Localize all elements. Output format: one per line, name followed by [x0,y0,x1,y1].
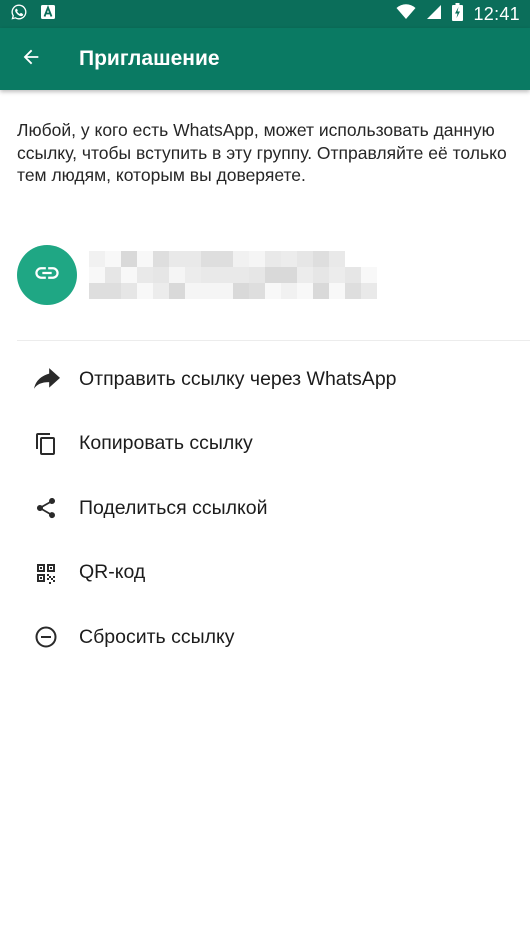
divider [17,340,530,341]
copy-link-item[interactable]: Копировать ссылку [0,412,530,477]
reset-link-item[interactable]: Сбросить ссылку [0,605,530,670]
signal-icon [426,4,442,25]
link-icon [33,259,61,292]
arrow-left-icon [20,46,42,73]
page-title: Приглашение [79,47,220,70]
clock: 12:41 [473,3,520,24]
a-notification-icon [40,4,56,25]
battery-icon [452,2,464,26]
back-button[interactable] [0,28,62,90]
menu-label: Сбросить ссылку [79,625,235,648]
send-link-via-whatsapp-item[interactable]: Отправить ссылку через WhatsApp [0,347,530,412]
whatsapp-notification-icon [10,3,28,26]
status-bar: 12:41 [0,0,530,28]
forward-icon [34,368,60,390]
minus-circle-icon [34,625,58,649]
menu-label: QR-код [79,561,146,584]
menu-label: Копировать ссылку [79,432,253,455]
share-link-item[interactable]: Поделиться ссылкой [0,476,530,541]
menu-label: Отправить ссылку через WhatsApp [79,367,397,390]
invite-link-row[interactable] [17,244,517,306]
wifi-icon [396,3,416,25]
toolbar: Приглашение [0,28,530,90]
redacted-invite-link [89,251,377,299]
qr-code-item[interactable]: QR-код [0,541,530,606]
link-avatar [17,245,77,305]
invite-description: Любой, у кого есть WhatsApp, может испол… [17,120,507,185]
invite-actions-menu: Отправить ссылку через WhatsApp Копирова… [0,347,530,670]
qr-code-icon [34,561,58,585]
menu-label: Поделиться ссылкой [79,496,268,519]
share-icon [34,496,58,520]
copy-icon [34,432,58,456]
status-left [10,3,56,26]
status-right: 12:41 [396,2,520,26]
